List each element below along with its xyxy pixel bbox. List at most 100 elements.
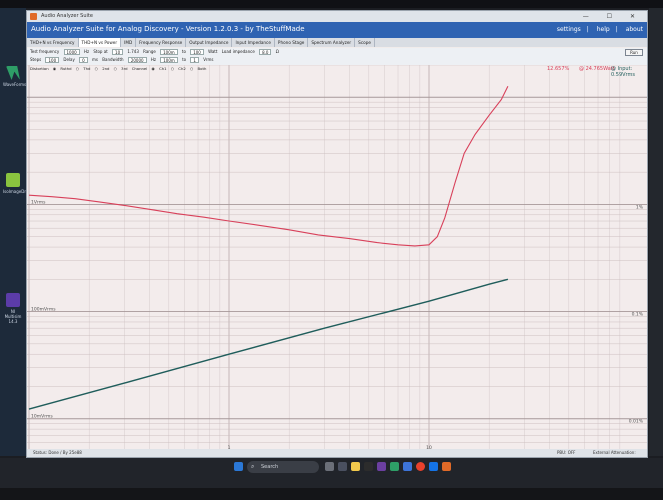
tab-spectrum-analyzer[interactable]: Spectrum Analyzer	[308, 38, 356, 47]
y-axis-label-left: 1Vrms	[31, 199, 46, 205]
y-axis-label-left: 10mVrms	[31, 414, 53, 420]
divider: |	[586, 26, 589, 33]
bandwidth-label: Bandwidth	[102, 57, 124, 62]
tab-thd-vs-power[interactable]: THD+N vs Power	[78, 38, 122, 47]
option-both[interactable]: ○ Both	[190, 66, 206, 71]
desktop-icon-waveforms[interactable]: WaveForms	[3, 66, 27, 106]
tab-bar: THD+N vs Frequency THD+N vs Power IMD Frequ…	[27, 38, 647, 47]
start-icon[interactable]	[234, 462, 243, 471]
option-label: Thd	[83, 66, 91, 71]
to-label: to	[182, 57, 187, 62]
controls-row-1: Test frequency 1000 Hz Stop at 10 1.743 …	[27, 48, 647, 56]
taskbar: ⌕ Search	[0, 458, 663, 488]
desktop-icon-multisim[interactable]: NI Multisim 14.3	[3, 293, 23, 333]
delay-input[interactable]: 0	[79, 57, 88, 63]
chart-grid	[27, 64, 647, 452]
tab-imd[interactable]: IMD	[121, 38, 137, 47]
tab-phono-stage[interactable]: Phono Stage	[275, 38, 309, 47]
option-2nd[interactable]: ○ 2nd	[95, 66, 110, 71]
y-axis-label-left: 100mVrms	[31, 307, 56, 313]
desktop-icon-isoimagedrive[interactable]: IsoImageDrive	[3, 173, 32, 213]
tab-thd-vs-frequency[interactable]: THD+N vs Frequency	[27, 38, 79, 47]
range-label: Range	[143, 49, 156, 54]
y-axis-label-right: 0.01%	[629, 419, 644, 425]
task-view-icon[interactable]	[325, 462, 334, 471]
option-label: Ruthd	[60, 66, 72, 71]
option-3rd[interactable]: ○ 3rd	[114, 66, 128, 71]
multisim-icon	[6, 293, 20, 307]
range-from-select[interactable]: 100m	[160, 49, 178, 55]
settings-link[interactable]: settings	[557, 26, 581, 33]
load-impedance-label: Load impedance	[221, 49, 255, 54]
hz-unit: Hz	[150, 57, 156, 62]
stop-at-secondary: 1.743	[127, 49, 139, 54]
search-icon: ⌕	[251, 463, 255, 470]
channel-label: Channel	[131, 66, 148, 71]
status-left: Status: Done / By 25e88	[33, 450, 82, 455]
audio-analyzer-taskbar-icon[interactable]	[442, 462, 451, 471]
option-label: Ch1	[159, 66, 167, 71]
y-axis-label-right: 0.1%	[632, 312, 644, 318]
stop-at-input[interactable]: 10	[112, 49, 124, 55]
range-to-select[interactable]: 100	[190, 49, 204, 55]
tab-frequency-response[interactable]: Frequency Response	[136, 38, 187, 47]
desktop-icon-label: WaveForms	[3, 82, 27, 87]
to-label: to	[181, 49, 186, 54]
help-link[interactable]: help	[597, 26, 610, 33]
widgets-icon[interactable]	[338, 462, 347, 471]
file-explorer-icon[interactable]	[351, 462, 360, 471]
option-label: 2nd	[102, 66, 110, 71]
app-window: Audio Analyzer Suite — ☐ ✕ Audio Analyze…	[26, 10, 648, 463]
bandwidth-input[interactable]: 20000	[127, 57, 147, 63]
test-frequency-input[interactable]: 1000	[63, 49, 80, 55]
window-controls[interactable]: — ☐ ✕	[583, 11, 643, 22]
desktop-icon-strip: WaveForms IsoImageDrive NI Multisim 14.3	[0, 8, 32, 456]
thd-vs-power-chart: 1Vrms100mVrms10mVrms1%0.1%0.01%110	[27, 64, 647, 452]
vrms-unit: Vrms	[203, 57, 214, 62]
tab-input-impedance[interactable]: Input Impedance	[232, 38, 275, 47]
ohm-unit: Ω	[275, 49, 279, 54]
app-icon[interactable]	[403, 462, 412, 471]
option-ch2[interactable]: ○ Ch2	[171, 66, 186, 71]
option-label: Both	[197, 66, 207, 71]
chrome-icon[interactable]	[416, 462, 425, 471]
tab-scope[interactable]: Scope	[355, 38, 375, 47]
search-placeholder: Search	[261, 464, 279, 470]
status-middle: PBU: OFF	[557, 450, 576, 455]
steps-input[interactable]: 100	[45, 57, 60, 63]
stop-at-label: Stop at	[93, 49, 108, 54]
option-ch1[interactable]: ◉ Ch1	[152, 66, 167, 71]
taskbar-search[interactable]: ⌕ Search	[247, 461, 319, 473]
load-impedance-input[interactable]: 8.0	[259, 49, 272, 55]
app-icon[interactable]	[429, 462, 438, 471]
plot-area[interactable]: 1Vrms100mVrms10mVrms1%0.1%0.01%110	[27, 64, 647, 452]
option-ruthd[interactable]: ◉ Ruthd	[53, 66, 72, 71]
monitor-bezel	[0, 0, 663, 8]
tab-output-impedance[interactable]: Output Impedance	[186, 38, 233, 47]
desktop-icon-label: NI Multisim 14.3	[4, 309, 22, 324]
app-header: Audio Analyzer Suite for Analog Discover…	[27, 22, 647, 38]
run-button[interactable]: Run	[625, 49, 643, 56]
vrms-to-select[interactable]: 1	[190, 57, 199, 63]
thd-readout: 12.657%	[547, 66, 570, 72]
cube-icon	[6, 173, 20, 187]
watt-unit: Watt	[208, 49, 218, 54]
status-bar: Status: Done / By 25e88 PBU: OFF Externa…	[27, 449, 647, 463]
app-icon[interactable]	[390, 462, 399, 471]
vrms-from-select[interactable]: 100m	[160, 57, 178, 63]
ms-unit: ms	[92, 57, 98, 62]
window-title: Audio Analyzer Suite	[41, 13, 93, 19]
distortion-label: Distortion	[30, 66, 49, 71]
header-links: settings | help | about	[551, 26, 643, 33]
about-link[interactable]: about	[626, 26, 643, 33]
controls-row-2: Steps 100 Delay 0 ms Bandwidth 20000 Hz …	[27, 56, 647, 65]
steps-label: Steps	[30, 57, 42, 62]
option-label: 3rd	[121, 66, 128, 71]
vin-series-line	[28, 278, 509, 410]
desk-surface	[0, 488, 663, 500]
power-readout: @ 24.765Watt	[579, 66, 615, 72]
chart-series	[28, 86, 509, 410]
app-icon[interactable]	[377, 462, 386, 471]
option-thd[interactable]: ○ Thd	[76, 66, 91, 71]
app-icon[interactable]	[364, 462, 373, 471]
